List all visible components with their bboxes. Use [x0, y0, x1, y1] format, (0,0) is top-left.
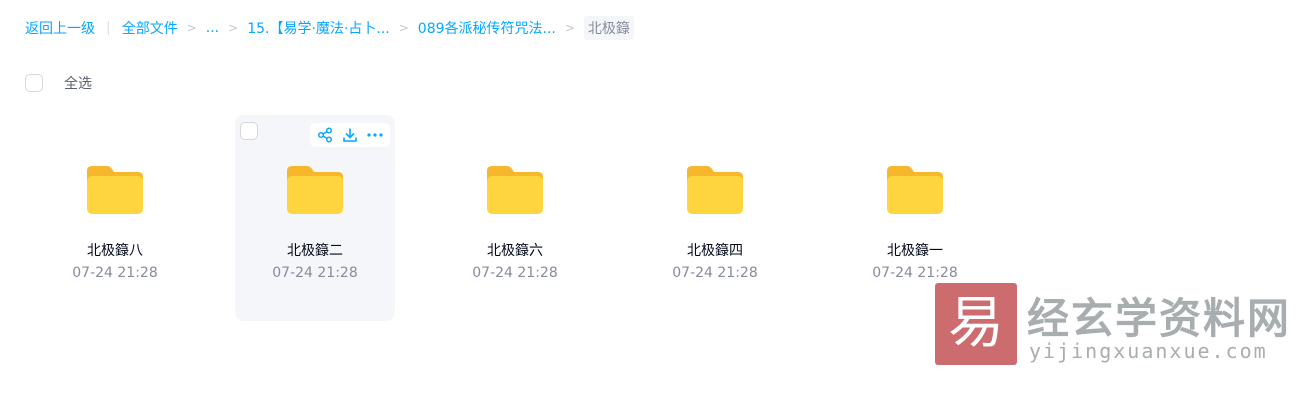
folder-time: 07-24 21:28 — [872, 265, 958, 281]
folder-icon — [87, 166, 143, 214]
folder-name: 北极籙二 — [287, 243, 343, 259]
select-all-row: 全选 — [25, 73, 92, 93]
folder-checkbox[interactable] — [240, 122, 258, 140]
breadcrumb-separator-icon: > — [564, 21, 575, 35]
watermark-logo-glyph: 易 — [948, 291, 1004, 356]
breadcrumb-divider: | — [106, 20, 111, 36]
watermark-title: 经玄学资料网 — [1027, 294, 1292, 343]
folder-name: 北极籙一 — [887, 243, 943, 259]
select-all-checkbox[interactable] — [25, 74, 43, 92]
watermark: 易 经玄学资料网 yijingxuanxue.com — [935, 283, 1289, 365]
folder-actions — [310, 123, 390, 147]
folder-time: 07-24 21:28 — [72, 265, 158, 281]
breadcrumb-root[interactable]: 全部文件 — [122, 18, 178, 38]
folder-card[interactable]: 北极籙六 07-24 21:28 — [435, 115, 595, 321]
breadcrumb-level-2[interactable]: 089各派秘传符咒法... — [418, 18, 556, 38]
folder-icon — [487, 166, 543, 214]
more-icon[interactable] — [365, 125, 385, 145]
folder-time: 07-24 21:28 — [472, 265, 558, 281]
folder-name: 北极籙八 — [87, 243, 143, 259]
folder-card[interactable]: 北极籙四 07-24 21:28 — [635, 115, 795, 321]
breadcrumb-level-1[interactable]: 15.【易学·魔法·占卜... — [247, 18, 390, 38]
breadcrumb-separator-icon: > — [398, 21, 409, 35]
share-icon[interactable] — [315, 125, 335, 145]
breadcrumb-separator-icon: > — [228, 21, 239, 35]
download-icon[interactable] — [340, 125, 360, 145]
watermark-logo: 易 — [935, 283, 1017, 365]
folder-name: 北极籙四 — [687, 243, 743, 259]
breadcrumb-current: 北极籙 — [583, 16, 634, 40]
breadcrumb-ellipsis[interactable]: ... — [206, 20, 219, 36]
folder-name: 北极籙六 — [487, 243, 543, 259]
folder-time: 07-24 21:28 — [272, 265, 358, 281]
watermark-url: yijingxuanxue.com — [1029, 339, 1268, 363]
breadcrumb-separator-icon: > — [186, 21, 197, 35]
folder-icon — [287, 166, 343, 214]
folder-time: 07-24 21:28 — [672, 265, 758, 281]
folder-card[interactable]: 北极籙二 07-24 21:28 — [235, 115, 395, 321]
back-link[interactable]: 返回上一级 — [25, 18, 95, 38]
folder-card[interactable]: 北极籙八 07-24 21:28 — [35, 115, 195, 321]
breadcrumb: 返回上一级 | 全部文件 > ... > 15.【易学·魔法·占卜... > 0… — [25, 16, 634, 40]
folder-icon — [887, 166, 943, 214]
select-all-label[interactable]: 全选 — [64, 73, 92, 93]
folder-icon — [687, 166, 743, 214]
